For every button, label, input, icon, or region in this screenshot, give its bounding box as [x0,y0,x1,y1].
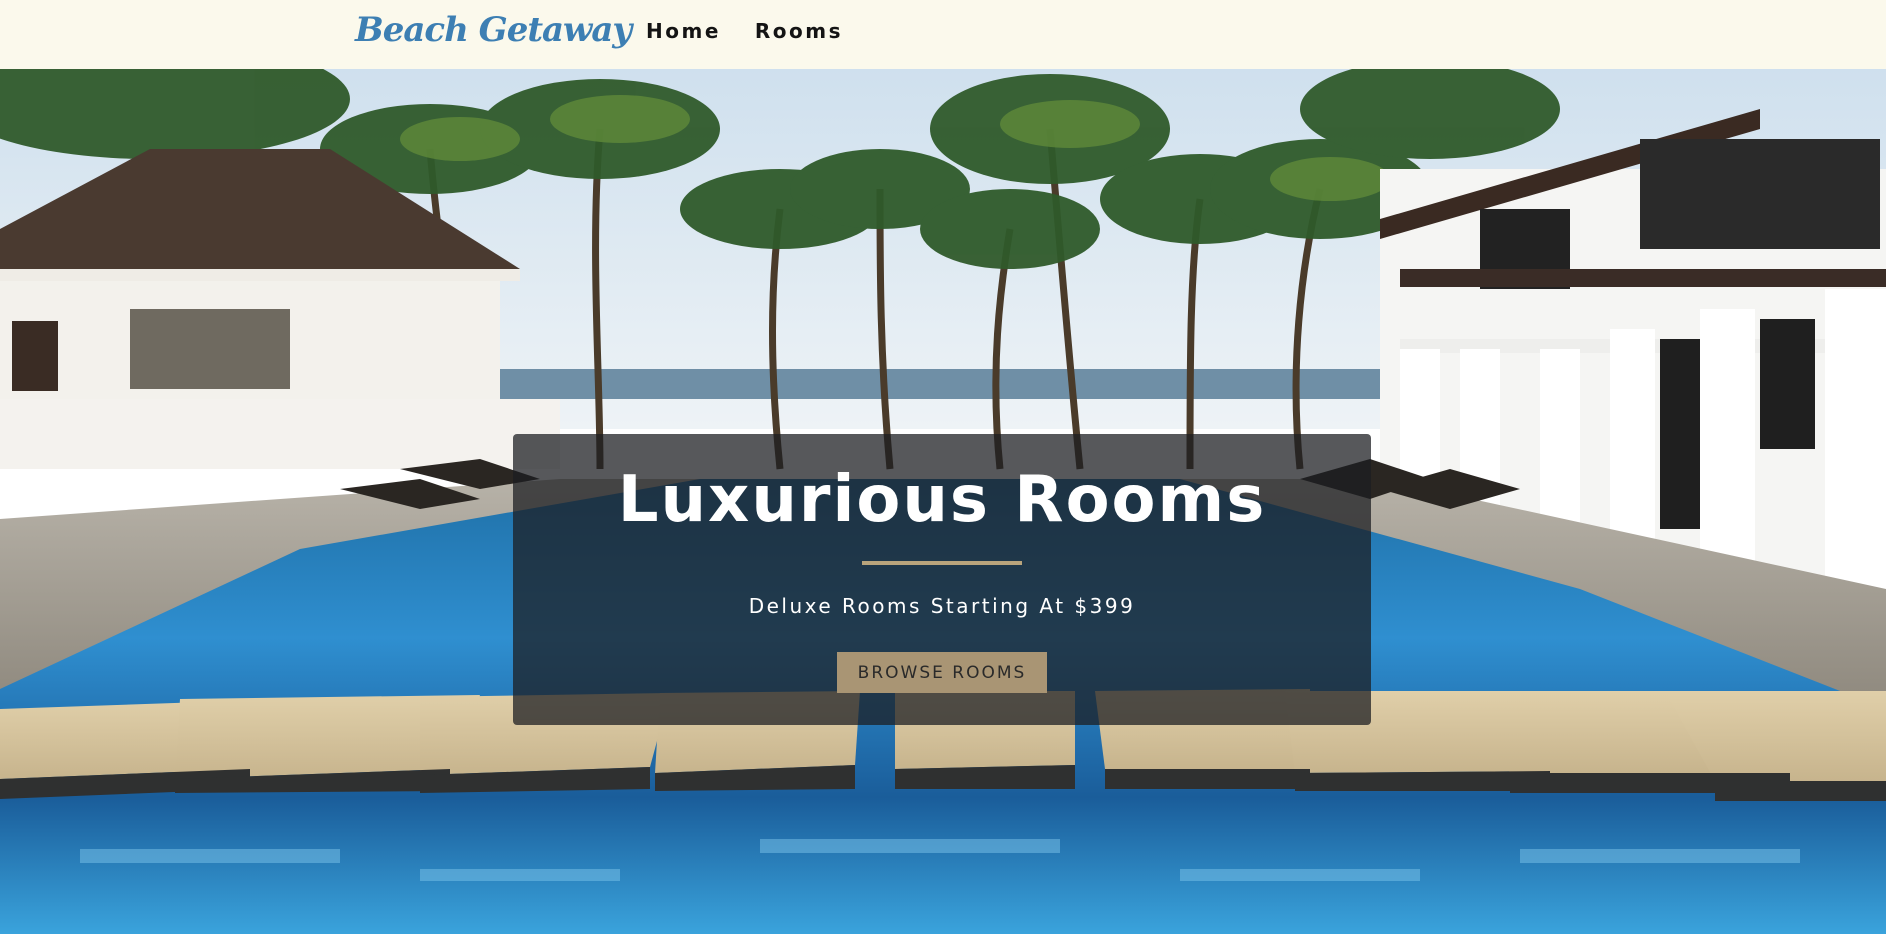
hero-subtitle: Deluxe Rooms Starting At $399 [748,594,1136,618]
top-navbar: Beach Getaway Home Rooms [0,0,1886,69]
brand-logo[interactable]: Beach Getaway [355,10,632,50]
hero-section: Luxurious Rooms Deluxe Rooms Starting At… [0,69,1886,934]
hero-title: Luxurious Rooms [617,463,1267,537]
hero-divider [862,561,1022,565]
hero-overlay-card: Luxurious Rooms Deluxe Rooms Starting At… [513,434,1371,725]
nav-links: Home Rooms [646,19,843,43]
browse-rooms-button[interactable]: BROWSE ROOMS [837,652,1047,693]
nav-link-rooms[interactable]: Rooms [755,19,843,43]
nav-link-home[interactable]: Home [646,19,721,43]
